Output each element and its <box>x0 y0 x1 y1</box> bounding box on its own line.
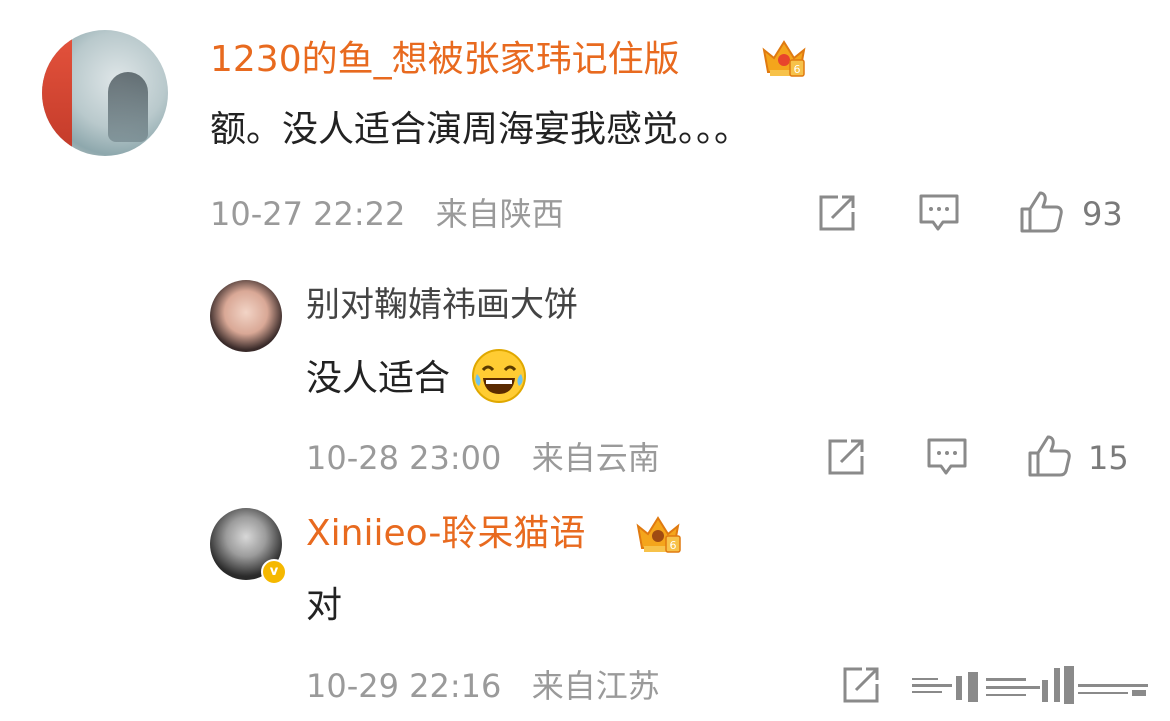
comment-button[interactable] <box>914 190 964 236</box>
reply-text-content: 没人适合 <box>306 358 451 399</box>
badge-level: 6 <box>794 63 801 76</box>
reply-text: 没人适合 <box>306 349 527 408</box>
like-button[interactable] <box>1024 432 1074 480</box>
reply-username[interactable]: Xiniieo-聆呆猫语 <box>306 512 585 556</box>
reply-text: 对 <box>306 585 343 626</box>
location: 来自江苏 <box>531 667 660 705</box>
like-button[interactable] <box>1016 188 1066 236</box>
like-count: 15 <box>1088 439 1129 477</box>
crown-badge-icon: 6 <box>762 40 806 77</box>
timestamp: 10-27 22:22 <box>210 195 406 233</box>
verified-badge-icon: v <box>261 559 287 585</box>
timestamp: 10-29 22:16 <box>306 667 502 705</box>
reply-meta: 10-29 22:16 来自江苏 <box>306 666 660 706</box>
comment-meta: 10-27 22:22 来自陕西 <box>210 194 564 234</box>
share-icon <box>843 667 879 703</box>
timestamp: 10-28 23:00 <box>306 439 502 477</box>
reply-avatar[interactable] <box>210 280 282 352</box>
share-button[interactable] <box>821 434 871 480</box>
action-icons-partial <box>908 664 1158 710</box>
like-icon <box>1020 191 1063 233</box>
comment-text: 额。没人适合演周海宴我感觉。。。 <box>210 109 751 150</box>
reply-username[interactable]: 别对鞠婧祎画大饼 <box>306 283 578 327</box>
like-icon <box>1028 435 1071 477</box>
avatar-figure <box>108 72 148 142</box>
reply-meta: 10-28 23:00 来自云南 <box>306 438 660 478</box>
location: 来自云南 <box>531 439 660 477</box>
share-button[interactable] <box>812 190 862 236</box>
badge-level: 6 <box>670 539 677 552</box>
avatar-decoration <box>42 30 72 156</box>
share-button[interactable] <box>836 662 886 708</box>
comment-icon <box>927 438 967 475</box>
laughing-emoji-icon <box>471 348 527 404</box>
comment-icon <box>919 194 959 231</box>
avatar[interactable] <box>42 30 168 156</box>
like-count: 93 <box>1082 195 1123 233</box>
username[interactable]: 1230的鱼_想被张家玮记住版 <box>210 38 680 82</box>
comment-button[interactable] <box>922 434 972 480</box>
location: 来自陕西 <box>435 195 564 233</box>
share-icon <box>828 439 864 475</box>
crown-badge-icon: 6 <box>636 516 681 553</box>
share-icon <box>819 195 855 231</box>
